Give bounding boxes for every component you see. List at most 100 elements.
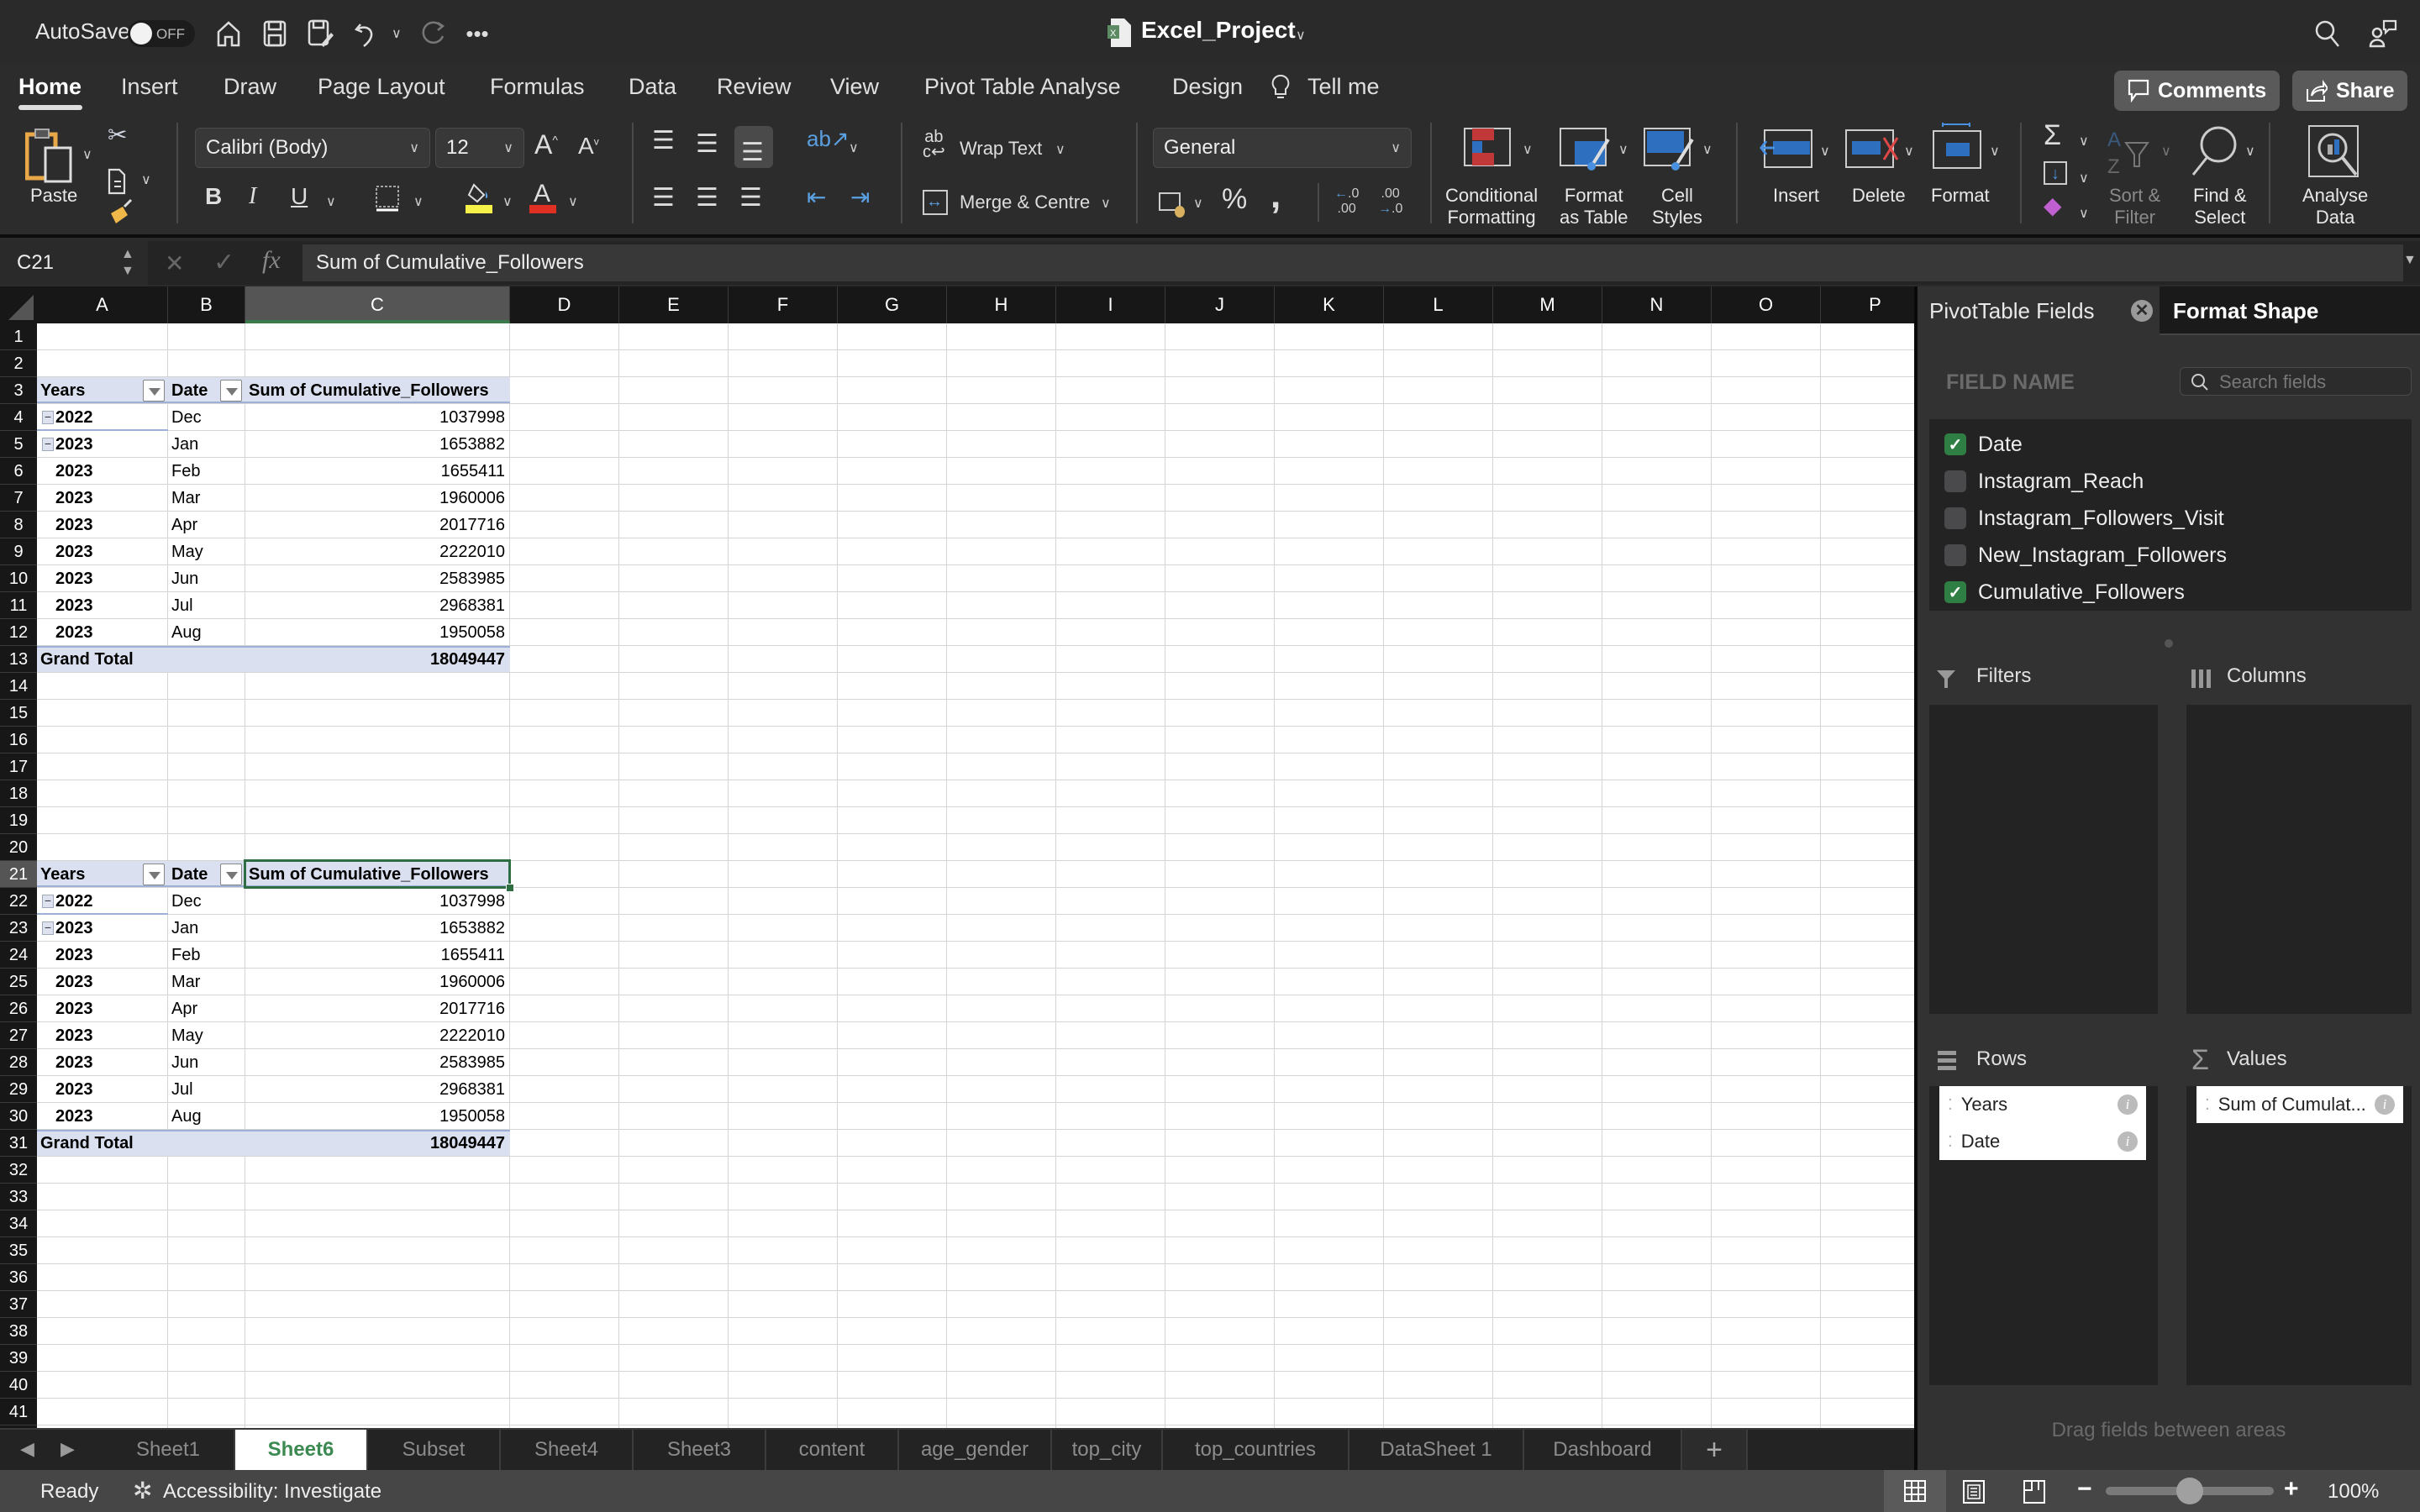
align-right-icon[interactable]: ☰: [739, 183, 762, 213]
pivot-value-cell[interactable]: 2583985: [249, 1049, 505, 1076]
row-header-6[interactable]: 6: [0, 458, 37, 485]
rows-drop-area[interactable]: ⁚ Years i ⁚ Date i: [1929, 1086, 2158, 1385]
pivot-date-cell[interactable]: Jun: [171, 1049, 240, 1076]
row-header-9[interactable]: 9: [0, 538, 37, 565]
cell-area[interactable]: Years Date Sum of Cumulative_Followers 2022…: [37, 323, 1914, 1428]
field-item-instagram-reach[interactable]: Instagram_Reach: [1944, 465, 2144, 498]
row-header-20[interactable]: 20: [0, 834, 37, 861]
sheet-tab-subset[interactable]: Subset: [368, 1430, 501, 1470]
pivot-date-cell[interactable]: Feb: [171, 458, 240, 485]
filter-dropdown-button[interactable]: [143, 864, 165, 885]
wrap-text-dropdown-icon[interactable]: ∨: [1055, 141, 1065, 158]
column-header-a[interactable]: A: [37, 286, 168, 323]
find-select-icon[interactable]: [2188, 124, 2238, 181]
pivot-year-cell[interactable]: 2023: [40, 485, 163, 512]
collapse-button[interactable]: −: [42, 921, 54, 935]
save-icon[interactable]: [258, 17, 292, 50]
grand-total-label[interactable]: Grand Total: [40, 1130, 163, 1157]
underline-dropdown-icon[interactable]: ∨: [326, 193, 336, 210]
pivot-year-cell[interactable]: 2023: [40, 1103, 163, 1130]
paste-dropdown-icon[interactable]: ∨: [82, 146, 92, 163]
row-header-4[interactable]: 4: [0, 404, 37, 431]
sheet-tab-sheet1[interactable]: Sheet1: [103, 1430, 235, 1470]
decrease-indent-icon[interactable]: ⇤: [807, 183, 826, 211]
row-header-14[interactable]: 14: [0, 673, 37, 700]
pivot-year-cell[interactable]: 2023: [40, 592, 163, 619]
search-icon[interactable]: [2311, 17, 2344, 50]
row-header-23[interactable]: 23: [0, 915, 37, 942]
info-icon[interactable]: i: [2375, 1095, 2395, 1115]
cell-styles-dropdown-icon[interactable]: ∨: [1702, 141, 1712, 158]
pivot-year-cell[interactable]: 2023: [40, 969, 163, 995]
sort-filter-dropdown-icon[interactable]: ∨: [2161, 143, 2171, 160]
normal-view-button[interactable]: [1884, 1470, 1946, 1512]
field-chip[interactable]: ⁚ Date i: [1939, 1123, 2146, 1160]
orientation-icon[interactable]: ab↗: [807, 126, 850, 152]
close-pane-icon[interactable]: ✕: [2131, 300, 2153, 322]
sort-filter-label[interactable]: Sort & Filter: [2109, 185, 2160, 228]
delete-cells-icon[interactable]: [1845, 129, 1901, 172]
row-header-8[interactable]: 8: [0, 512, 37, 538]
prev-sheet-icon[interactable]: ◀: [20, 1438, 34, 1460]
filters-drop-area[interactable]: [1929, 705, 2158, 1014]
field-checkbox[interactable]: [1944, 544, 1966, 566]
drag-grip-icon[interactable]: ⁚: [1948, 1096, 1953, 1114]
pivot-date-cell[interactable]: Feb: [171, 942, 240, 969]
row-header-38[interactable]: 38: [0, 1318, 37, 1345]
analyse-data-icon[interactable]: [2307, 124, 2363, 184]
column-header-e[interactable]: E: [619, 286, 729, 323]
pivot-date-cell[interactable]: Aug: [171, 619, 240, 646]
increase-indent-icon[interactable]: ⇥: [850, 183, 870, 211]
expand-formula-bar-icon[interactable]: ▼: [2403, 253, 2417, 268]
row-header-32[interactable]: 32: [0, 1157, 37, 1184]
pivot-year-cell[interactable]: 2022: [40, 404, 163, 431]
cell-styles-icon[interactable]: [1644, 128, 1694, 176]
cancel-edit-icon[interactable]: ✕: [165, 249, 184, 277]
number-format-dropdown[interactable]: General ∨: [1153, 128, 1412, 168]
pivot-year-cell[interactable]: 2022: [40, 888, 163, 915]
pivot-date-cell[interactable]: May: [171, 1022, 240, 1049]
format-cells-dropdown-icon[interactable]: ∨: [1990, 143, 2000, 160]
sheet-tab-content[interactable]: content: [766, 1430, 899, 1470]
zoom-out-button[interactable]: −: [2077, 1475, 2092, 1504]
tab-pivottable-fields[interactable]: PivotTable Fields: [1918, 286, 2160, 335]
column-header-c[interactable]: C: [245, 286, 510, 323]
increase-font-size-icon[interactable]: A^: [534, 129, 558, 160]
pivot-value-cell[interactable]: 2968381: [249, 1076, 505, 1103]
insert-function-icon[interactable]: fx: [262, 246, 281, 275]
format-as-table-dropdown-icon[interactable]: ∨: [1618, 141, 1628, 158]
pivot-date-cell[interactable]: Dec: [171, 404, 240, 431]
pivot-value-cell[interactable]: 1960006: [249, 969, 505, 995]
column-header-f[interactable]: F: [729, 286, 838, 323]
format-as-table-label[interactable]: Format as Table: [1560, 185, 1628, 228]
sheet-tab-dashboard[interactable]: Dashboard: [1524, 1430, 1682, 1470]
delete-cells-dropdown-icon[interactable]: ∨: [1904, 143, 1914, 160]
borders-dropdown-icon[interactable]: ∨: [413, 193, 424, 210]
pivot-year-cell[interactable]: 2023: [40, 1022, 163, 1049]
row-header-16[interactable]: 16: [0, 727, 37, 753]
field-checkbox[interactable]: [1944, 507, 1966, 529]
conditional-formatting-icon[interactable]: [1464, 128, 1511, 171]
percent-button[interactable]: %: [1222, 183, 1247, 216]
pivot-year-cell[interactable]: 2023: [40, 619, 163, 646]
row-header-3[interactable]: 3: [0, 377, 37, 404]
sheet-tab-top-city[interactable]: top_city: [1052, 1430, 1163, 1470]
row-header-12[interactable]: 12: [0, 619, 37, 646]
find-select-dropdown-icon[interactable]: ∨: [2245, 143, 2255, 160]
field-checkbox[interactable]: [1944, 470, 1966, 492]
sheet-tab-sheet3[interactable]: Sheet3: [634, 1430, 766, 1470]
pivot-year-cell[interactable]: 2023: [40, 431, 163, 458]
field-item-instagram-followers-visit[interactable]: Instagram_Followers_Visit: [1944, 501, 2224, 535]
pivot-date-cell[interactable]: Jan: [171, 915, 240, 942]
pivot-date-cell[interactable]: Jun: [171, 565, 240, 592]
pivot-value-cell[interactable]: 2968381: [249, 592, 505, 619]
row-header-31[interactable]: 31: [0, 1130, 37, 1157]
pivot-value-cell[interactable]: 1037998: [249, 888, 505, 915]
font-color-icon[interactable]: A: [529, 180, 556, 218]
pivot-value-cell[interactable]: 1950058: [249, 619, 505, 646]
pivot-year-cell[interactable]: 2023: [40, 1049, 163, 1076]
row-header-24[interactable]: 24: [0, 942, 37, 969]
row-header-33[interactable]: 33: [0, 1184, 37, 1210]
field-item-date[interactable]: ✓ Date: [1944, 428, 2023, 461]
borders-icon[interactable]: [375, 185, 400, 216]
